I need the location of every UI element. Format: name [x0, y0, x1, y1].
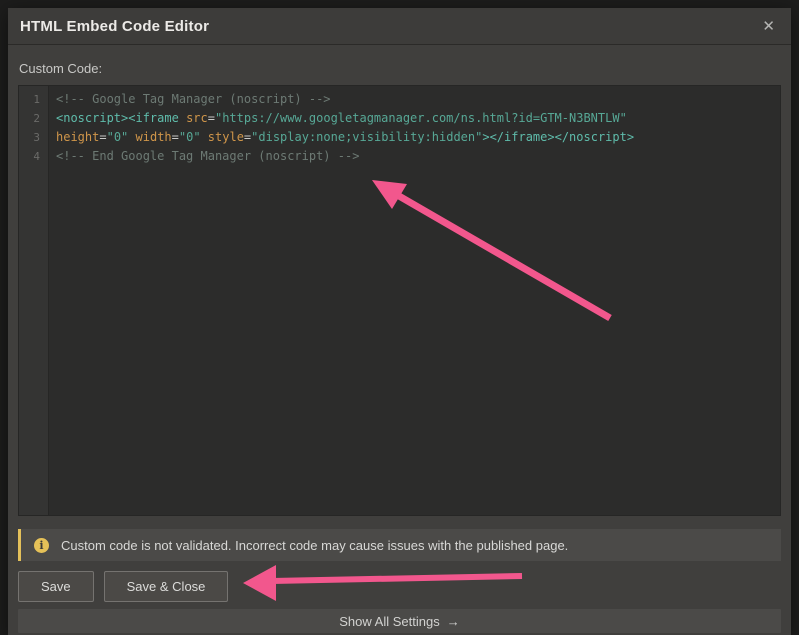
show-all-settings-label: Show All Settings [339, 613, 440, 629]
warning-text: Custom code is not validated. Incorrect … [61, 537, 569, 553]
code-line: 4 <!-- End Google Tag Manager (noscript)… [19, 147, 780, 166]
code-line-text: height="0" width="0" style="display:none… [56, 130, 635, 144]
show-all-settings-button[interactable]: Show All Settings → [18, 609, 781, 633]
dialog-title: HTML Embed Code Editor [20, 17, 210, 35]
code-line-text: <!-- End Google Tag Manager (noscript) -… [56, 149, 360, 163]
button-row: Save Save & Close [18, 571, 781, 602]
close-icon[interactable]: ✕ [758, 17, 779, 36]
code-line: 1 <!-- Google Tag Manager (noscript) --> [19, 90, 780, 109]
code-line-text: <noscript><iframe src="https://www.googl… [56, 111, 627, 125]
code-line: 2 <noscript><iframe src="https://www.goo… [19, 109, 780, 128]
save-button[interactable]: Save [18, 571, 94, 602]
html-embed-code-editor-dialog: HTML Embed Code Editor ✕ Custom Code: 1 … [8, 8, 791, 635]
warning-banner: i Custom code is not validated. Incorrec… [18, 529, 781, 561]
custom-code-label: Custom Code: [19, 61, 103, 76]
line-number: 4 [33, 150, 40, 163]
code-lines: 1 <!-- Google Tag Manager (noscript) -->… [19, 86, 780, 166]
code-editor[interactable]: 1 <!-- Google Tag Manager (noscript) -->… [18, 85, 781, 516]
line-number: 2 [33, 112, 40, 125]
line-number: 1 [33, 93, 40, 106]
code-line-text: <!-- Google Tag Manager (noscript) --> [56, 92, 331, 106]
dialog-body: Custom Code: 1 <!-- Google Tag Manager (… [8, 46, 791, 635]
dialog-header: HTML Embed Code Editor ✕ [8, 8, 791, 45]
line-number: 3 [33, 131, 40, 144]
right-arrow-icon: → [446, 613, 460, 629]
save-and-close-button[interactable]: Save & Close [103, 571, 229, 602]
code-line: 3 height="0" width="0" style="display:no… [19, 128, 780, 147]
info-icon: i [34, 537, 49, 553]
